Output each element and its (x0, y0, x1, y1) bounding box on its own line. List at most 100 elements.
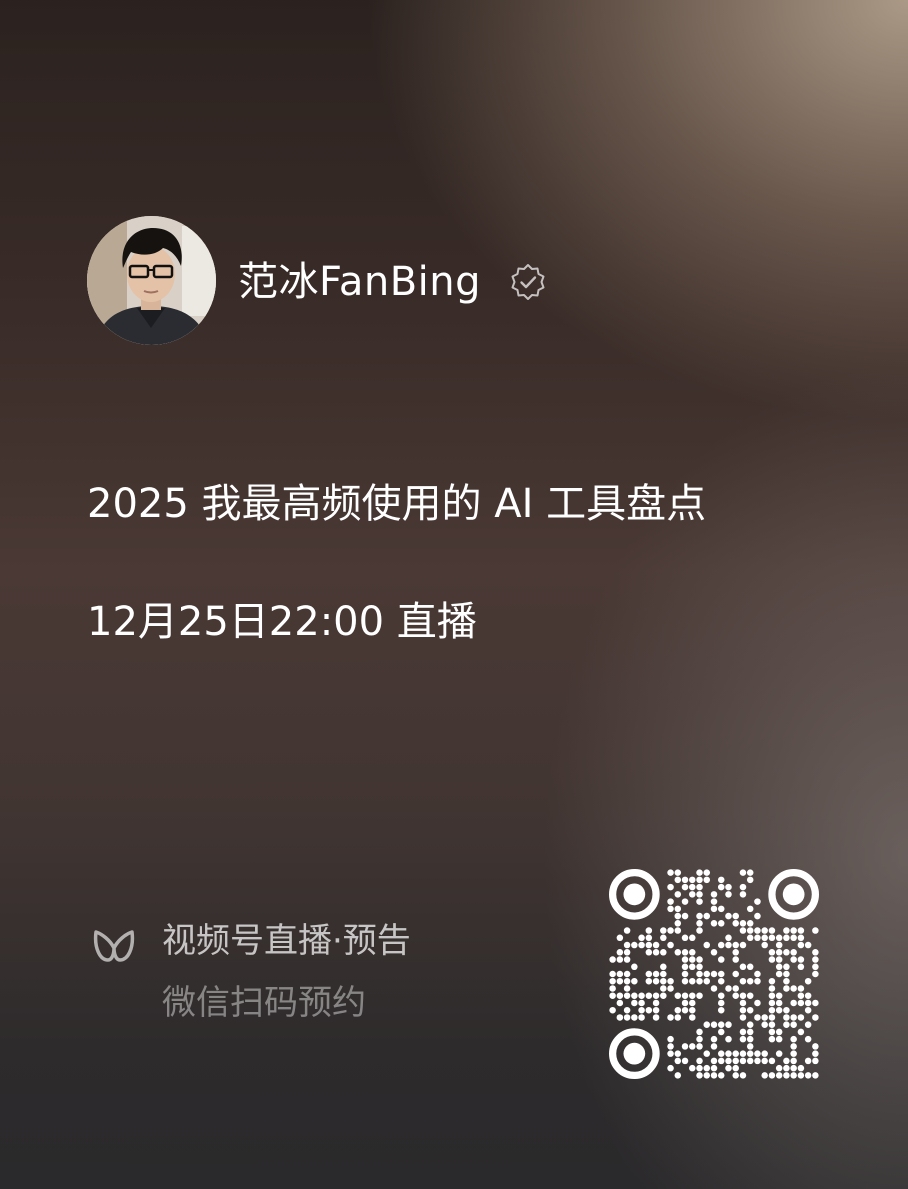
qr-dot (645, 1006, 653, 1014)
qr-dot (710, 1035, 718, 1043)
qr-dot (696, 963, 703, 971)
qr-dot (696, 1057, 703, 1065)
qr-dot (732, 992, 739, 999)
qr-dot (732, 941, 739, 949)
qr-dot (623, 977, 631, 985)
qr-dot (660, 977, 667, 985)
qr-dot (775, 992, 783, 999)
qr-dot (804, 1057, 812, 1065)
qr-dot (674, 927, 682, 934)
qr-dot (761, 1050, 768, 1057)
qr-dot (710, 1043, 718, 1050)
qr-code[interactable] (609, 869, 819, 1079)
qr-dot (652, 970, 660, 978)
qr-dot (768, 927, 776, 934)
qr-dot (710, 1057, 718, 1065)
qr-dot (681, 956, 689, 963)
qr-dot (703, 1072, 711, 1079)
qr-dot (754, 1050, 761, 1057)
qr-dot (717, 970, 725, 978)
qr-dot (732, 985, 739, 992)
qr-dot (623, 1014, 631, 1021)
qr-dot (783, 1064, 790, 1072)
qr-dot (775, 1035, 783, 1043)
qr-dot (696, 1028, 703, 1036)
qr-dot (710, 891, 718, 898)
qr-dot (790, 927, 797, 934)
qr-dot (739, 1028, 747, 1036)
qr-dot (746, 1043, 754, 1050)
qr-dot (667, 1064, 674, 1072)
qr-dot (732, 956, 739, 963)
qr-dot (739, 927, 747, 934)
live-title: 2025 我最高频使用的 AI 工具盘点 (87, 481, 707, 527)
qr-dot (804, 992, 812, 999)
qr-dot (783, 1006, 790, 1014)
qr-dot (696, 956, 703, 963)
qr-dot (696, 1035, 703, 1043)
qr-dot (645, 949, 653, 956)
qr-dot (725, 883, 732, 891)
qr-dot (674, 869, 682, 876)
qr-dot (768, 1006, 776, 1014)
qr-dot (638, 1006, 645, 1014)
qr-dot (790, 956, 797, 963)
qr-dot (725, 941, 732, 949)
qr-dot (667, 927, 674, 934)
qr-dot (797, 1072, 805, 1079)
qr-dot (717, 1072, 725, 1079)
qr-dot (689, 934, 696, 942)
qr-dot (660, 985, 667, 992)
qr-dot (616, 1014, 624, 1021)
qr-dot (703, 869, 711, 876)
qr-dot (717, 956, 725, 963)
qr-dot (732, 949, 739, 956)
qr-dot (710, 1021, 718, 1028)
qr-dot (739, 920, 747, 927)
qr-dot (739, 1072, 747, 1079)
qr-dot (681, 949, 689, 956)
qr-dot (775, 963, 783, 971)
author-name[interactable]: 范冰FanBing (238, 256, 481, 308)
qr-dot (783, 1072, 790, 1079)
qr-dot (638, 934, 645, 942)
qr-dot (652, 992, 660, 999)
qr-dot (717, 1057, 725, 1065)
qr-dot (732, 1057, 739, 1065)
qr-dot (623, 970, 631, 978)
qr-dot (775, 1050, 783, 1057)
qr-dot (674, 992, 682, 999)
verified-badge-icon (508, 262, 548, 302)
qr-dot (768, 999, 776, 1007)
qr-dot (652, 999, 660, 1007)
qr-dot (703, 912, 711, 920)
qr-dot (739, 977, 747, 985)
qr-dot (725, 1050, 732, 1057)
qr-dot (717, 883, 725, 891)
qr-dot (775, 1072, 783, 1079)
qr-dot (609, 956, 616, 963)
avatar[interactable] (87, 216, 216, 345)
qr-dot (775, 970, 783, 978)
qr-dot (710, 970, 718, 978)
qr-dot (717, 920, 725, 927)
qr-dot (638, 999, 645, 1007)
qr-dot (790, 949, 797, 956)
qr-dot (739, 1006, 747, 1014)
qr-dot (732, 912, 739, 920)
qr-dot (725, 1021, 732, 1028)
qr-dot (812, 927, 819, 934)
qr-dot (616, 970, 624, 978)
qr-dot (696, 883, 703, 891)
qr-dot (804, 1035, 812, 1043)
qr-dot (696, 876, 703, 884)
qr-dot (674, 949, 682, 956)
qr-dot (739, 1057, 747, 1065)
qr-dot (689, 1064, 696, 1072)
qr-dot (761, 1021, 768, 1028)
wechat-channels-icon (90, 926, 138, 966)
live-preview-card: 范冰FanBing 2025 我最高频使用的 AI 工具盘点 12月25日22:… (0, 0, 908, 1189)
qr-dot (797, 934, 805, 942)
qr-dot (768, 1014, 776, 1021)
qr-dot (725, 1057, 732, 1065)
